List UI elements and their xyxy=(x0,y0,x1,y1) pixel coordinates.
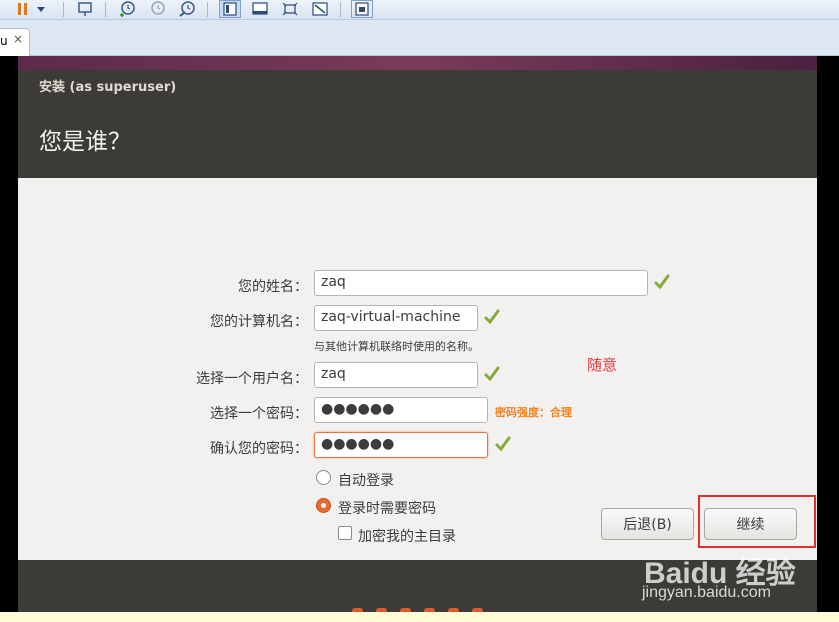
snapshot-icon[interactable] xyxy=(116,0,138,18)
pause-icon[interactable] xyxy=(12,0,34,18)
auto-login-radio[interactable] xyxy=(316,470,331,485)
snapshot-manager-icon[interactable] xyxy=(176,0,198,18)
computer-name-hint: 与其他计算机联络时使用的名称。 xyxy=(314,340,479,353)
require-password-label[interactable]: 登录时需要密码 xyxy=(338,498,436,518)
window-title: 安装 (as superuser) xyxy=(39,80,177,95)
vm-tab[interactable]: u × xyxy=(0,28,30,56)
auto-login-label[interactable]: 自动登录 xyxy=(338,470,394,490)
console-view-icon[interactable] xyxy=(219,0,241,18)
annotation-note: 随意 xyxy=(587,356,618,374)
page-title: 您是谁？ xyxy=(39,129,131,155)
vm-display[interactable]: 安装 (as superuser) 您是谁？ 您的姓名： zaq 您的计算机名：… xyxy=(0,56,839,622)
full-screen-icon[interactable] xyxy=(279,0,301,18)
vm-tab-bar: u × xyxy=(0,20,839,56)
confirm-password-label: 确认您的密码： xyxy=(210,441,308,457)
encrypt-home-checkbox[interactable] xyxy=(338,526,352,540)
name-field[interactable]: zaq xyxy=(314,270,648,296)
check-icon xyxy=(495,436,511,452)
encrypt-home-label[interactable]: 加密我的主目录 xyxy=(358,526,456,546)
require-password-radio[interactable] xyxy=(316,498,331,513)
back-button[interactable]: 后退(B) xyxy=(601,508,694,540)
highlight-box xyxy=(698,495,816,548)
quick-switch-icon[interactable] xyxy=(249,0,271,18)
desktop-background xyxy=(18,56,817,70)
bottom-strip xyxy=(0,612,839,622)
username-field[interactable]: zaq xyxy=(314,362,478,388)
password-label: 选择一个密码： xyxy=(210,406,308,422)
toolbar-separator xyxy=(105,2,106,17)
thumbnail-icon[interactable] xyxy=(351,0,373,18)
password-strength: 密码强度：合理 xyxy=(495,406,572,419)
password-field[interactable]: ●●●●●● xyxy=(314,397,488,423)
computer-name-label: 您的计算机名： xyxy=(210,314,308,330)
vmware-toolbar xyxy=(0,0,839,20)
dropdown-arrow-icon[interactable] xyxy=(34,0,48,18)
toolbar-separator xyxy=(340,2,341,17)
vm-tab-label: u xyxy=(0,34,8,48)
computer-name-field[interactable]: zaq-virtual-machine xyxy=(314,305,478,331)
confirm-password-field[interactable]: ●●●●●● xyxy=(314,432,488,458)
close-icon[interactable]: × xyxy=(13,32,23,46)
installer-window: 安装 (as superuser) 您是谁？ 您的姓名： zaq 您的计算机名：… xyxy=(18,70,817,622)
toolbar-separator xyxy=(207,2,208,17)
name-label: 您的姓名： xyxy=(238,279,308,295)
revert-snapshot-icon[interactable] xyxy=(146,0,168,18)
toolbar-separator xyxy=(63,2,64,17)
baidu-watermark: Baidu 经验 jingyan.baidu.com xyxy=(640,548,800,608)
send-keys-icon[interactable] xyxy=(74,0,96,18)
watermark-url: jingyan.baidu.com xyxy=(642,584,771,601)
check-icon xyxy=(484,366,500,382)
window-header: 安装 (as superuser) 您是谁？ xyxy=(18,70,817,178)
username-label: 选择一个用户名： xyxy=(196,371,308,387)
check-icon xyxy=(654,274,670,290)
unity-icon[interactable] xyxy=(309,0,331,18)
check-icon xyxy=(484,309,500,325)
